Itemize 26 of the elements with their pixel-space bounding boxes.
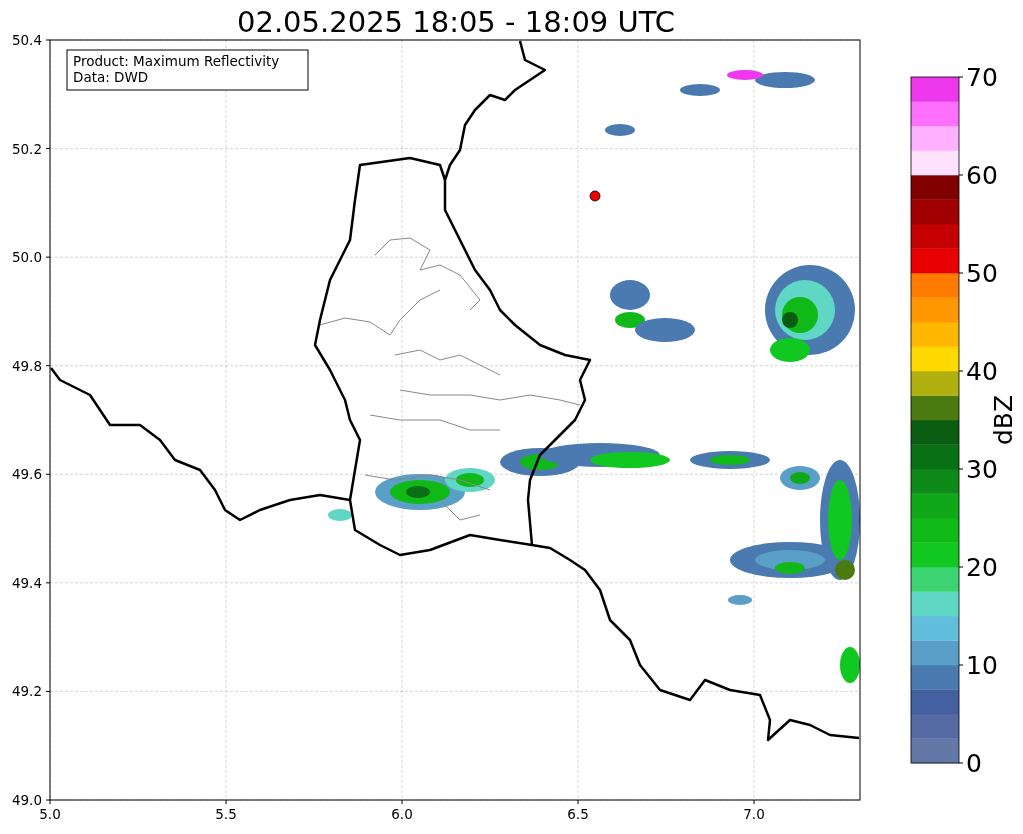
y-tick-label: 49.2 (11, 683, 42, 700)
colorbar-tick-label: 0 (966, 749, 982, 778)
location-marker (589, 190, 601, 202)
colorbar-tick-label: 30 (966, 455, 998, 484)
x-tick-label: 5.0 (39, 806, 61, 822)
y-tick-label: 49.6 (11, 466, 42, 483)
x-tick-label: 7.0 (743, 806, 765, 822)
x-tick-label: 6.0 (391, 806, 413, 822)
colorbar-label: dBZ (989, 394, 1018, 446)
y-tick-label: 50.4 (11, 32, 42, 48)
info-text: Data: DWD (73, 69, 149, 85)
info-text: Product: Maximum Reflectivity (73, 53, 280, 69)
x-tick-label: 5.5 (215, 806, 237, 822)
y-tick-label: 49.0 (11, 792, 42, 808)
y-tick-label: 49.8 (11, 357, 42, 374)
y-tick-label: 49.4 (11, 574, 42, 591)
colorbar-tick-label: 50 (966, 259, 998, 288)
x-tick-label: 6.5 (567, 806, 589, 822)
y-tick-label: 50.0 (11, 249, 42, 266)
chart-title: 02.05.2025 18:05 - 18:09 UTC (237, 5, 675, 39)
y-tick-label: 50.2 (11, 140, 42, 157)
colorbar-tick-label: 60 (966, 161, 998, 190)
colorbar-tick-label: 40 (966, 357, 998, 386)
colorbar-tick-label: 70 (966, 63, 998, 92)
colorbar-tick-label: 20 (966, 553, 998, 582)
colorbar-tick-label: 10 (966, 651, 998, 680)
